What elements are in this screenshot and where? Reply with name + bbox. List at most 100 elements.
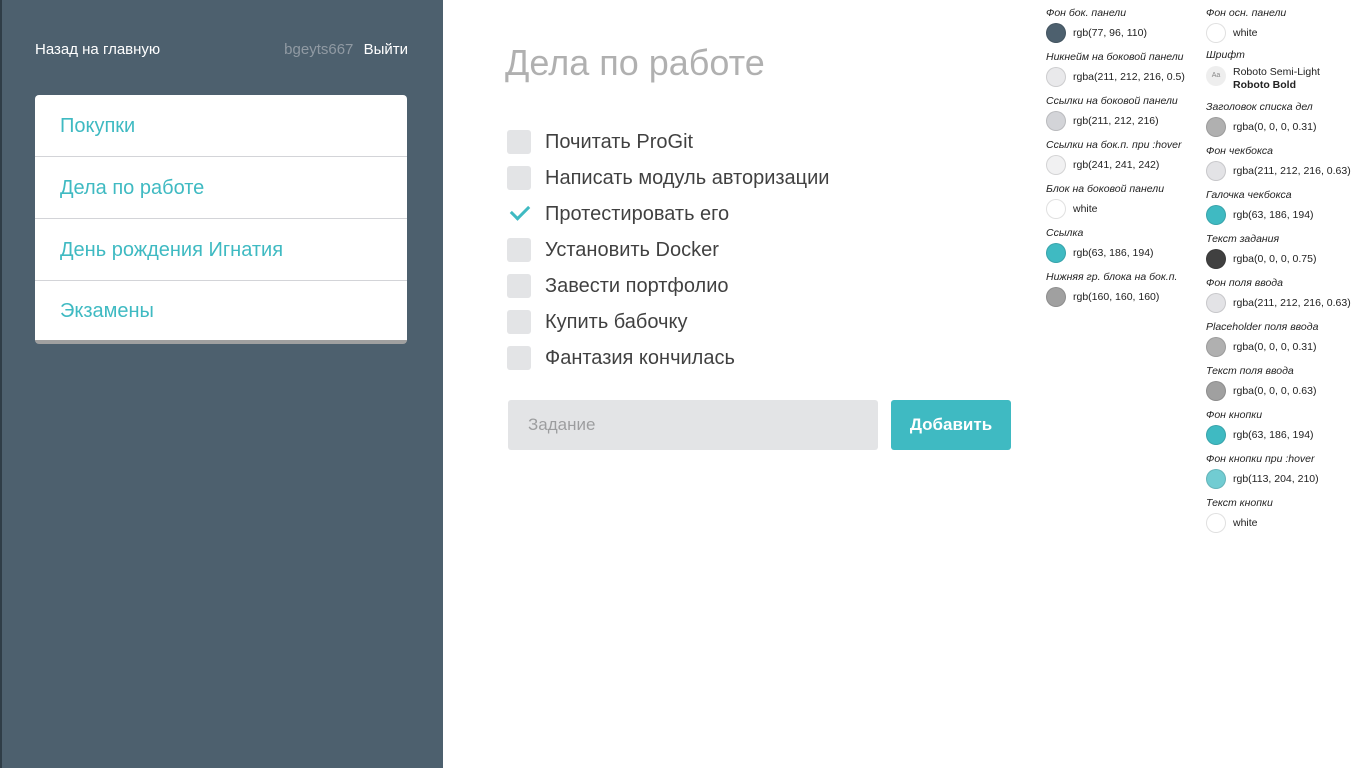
color-swatch bbox=[1206, 249, 1226, 269]
style-guide-label: Текст задания bbox=[1206, 233, 1280, 245]
color-swatch bbox=[1206, 23, 1226, 43]
color-swatch bbox=[1046, 199, 1066, 219]
style-guide-label: Заголовок списка дел bbox=[1206, 101, 1313, 113]
style-guide-item: Фон кнопки rgb(63, 186, 194) bbox=[1206, 408, 1364, 452]
color-swatch bbox=[1206, 293, 1226, 313]
lists-card: Покупки Дела по работе День рождения Игн… bbox=[35, 95, 407, 344]
user-box: bgeyts667 Выйти bbox=[284, 41, 408, 58]
task-checkbox[interactable] bbox=[507, 166, 531, 190]
style-guide-label: Ссылки на бок.п. при :hover bbox=[1046, 139, 1182, 151]
color-swatch bbox=[1046, 287, 1066, 307]
style-guide-value: rgba(211, 212, 216, 0.63) bbox=[1233, 297, 1351, 309]
style-guide-value: white bbox=[1073, 203, 1098, 215]
style-guide-label: Фон осн. панели bbox=[1206, 7, 1287, 19]
color-swatch bbox=[1046, 67, 1066, 87]
back-to-home-link[interactable]: Назад на главную bbox=[35, 41, 160, 58]
style-guide-value: rgba(0, 0, 0, 0.31) bbox=[1233, 121, 1317, 133]
style-guide-label: Фон кнопки bbox=[1206, 409, 1263, 421]
style-guide-item: Никнейм на боковой панели rgba(211, 212,… bbox=[1046, 50, 1202, 94]
color-swatch bbox=[1046, 23, 1066, 43]
style-guide-label: Текст поля ввода bbox=[1206, 365, 1294, 377]
color-swatch bbox=[1206, 425, 1226, 445]
style-guide-label: Фон бок. панели bbox=[1046, 7, 1127, 19]
style-guide-label: Текст кнопки bbox=[1206, 497, 1273, 509]
style-guide-item: Фон кнопки при :hover rgb(113, 204, 210) bbox=[1206, 452, 1364, 496]
task-text: Завести портфолио bbox=[545, 274, 729, 297]
sidebar-item-work[interactable]: Дела по работе bbox=[35, 157, 407, 219]
task-item: Почитать ProGit bbox=[507, 124, 1007, 160]
style-guide-item: Ссылки на боковой панели rgb(211, 212, 2… bbox=[1046, 94, 1202, 138]
style-guide-item: Блок на боковой панели white bbox=[1046, 182, 1202, 226]
font-light-name: Roboto Semi-Light bbox=[1233, 66, 1320, 78]
style-guide-label: Фон поля ввода bbox=[1206, 277, 1283, 289]
task-text: Почитать ProGit bbox=[545, 130, 694, 153]
page-title: Дела по работе bbox=[505, 42, 765, 83]
task-text: Фантазия кончилась bbox=[545, 346, 735, 369]
style-guide-label: Нижняя гр. блока на бок.п. bbox=[1046, 271, 1178, 283]
style-guide-value: rgb(160, 160, 160) bbox=[1073, 291, 1160, 303]
task-text: Написать модуль авторизации bbox=[545, 166, 830, 189]
style-guide-value: rgb(211, 212, 216) bbox=[1073, 115, 1159, 127]
task-checkbox[interactable] bbox=[507, 346, 531, 370]
style-guide-item: Фон осн. панели white bbox=[1206, 6, 1364, 48]
task-checkbox[interactable] bbox=[507, 238, 531, 262]
task-checkbox[interactable] bbox=[507, 130, 531, 154]
font-sample-icon: Aa bbox=[1206, 66, 1226, 86]
style-guide-value: rgb(113, 204, 210) bbox=[1233, 473, 1319, 485]
style-guide-value: rgb(241, 241, 242) bbox=[1073, 159, 1160, 171]
style-guide-item: Ссылка rgb(63, 186, 194) bbox=[1046, 226, 1202, 270]
color-swatch bbox=[1206, 513, 1226, 533]
style-guide-item: Галочка чекбокса rgb(63, 186, 194) bbox=[1206, 188, 1364, 232]
task-list: Почитать ProGit Написать модуль авториза… bbox=[507, 124, 1007, 376]
color-swatch bbox=[1206, 205, 1226, 225]
style-guide-item: Текст задания rgba(0, 0, 0, 0.75) bbox=[1206, 232, 1364, 276]
add-task-button[interactable]: Добавить bbox=[891, 400, 1011, 450]
style-guide-label: Никнейм на боковой панели bbox=[1046, 51, 1184, 63]
style-guide-item: Заголовок списка дел rgba(0, 0, 0, 0.31) bbox=[1206, 100, 1364, 144]
font-bold-name: Roboto Bold bbox=[1233, 79, 1296, 91]
sidebar-item-exams[interactable]: Экзамены bbox=[35, 281, 407, 340]
style-guide-item: Нижняя гр. блока на бок.п. rgb(160, 160,… bbox=[1046, 270, 1202, 314]
task-item: Протестировать его bbox=[507, 196, 1007, 232]
logout-link[interactable]: Выйти bbox=[364, 41, 408, 58]
style-guide-item: Фон бок. панели rgb(77, 96, 110) bbox=[1046, 6, 1202, 50]
color-swatch bbox=[1046, 111, 1066, 131]
style-guide-value: rgb(63, 186, 194) bbox=[1233, 209, 1314, 221]
style-guide-column-b: Фон осн. панели white Шрифт Aa Roboto Se… bbox=[1206, 6, 1364, 540]
style-guide-value: rgb(77, 96, 110) bbox=[1073, 27, 1147, 39]
color-swatch bbox=[1206, 469, 1226, 489]
task-checkbox[interactable] bbox=[507, 310, 531, 334]
task-checkbox[interactable] bbox=[507, 274, 531, 298]
style-guide-label: Фон чекбокса bbox=[1206, 145, 1273, 157]
task-text: Установить Docker bbox=[545, 238, 719, 261]
style-guide-item: Текст кнопки white bbox=[1206, 496, 1364, 540]
style-guide-label: Ссылка bbox=[1046, 227, 1084, 239]
color-swatch bbox=[1206, 381, 1226, 401]
style-guide-value: rgb(63, 186, 194) bbox=[1233, 429, 1314, 441]
style-guide-item: Ссылки на бок.п. при :hover rgb(241, 241… bbox=[1046, 138, 1202, 182]
style-guide-item: Текст поля ввода rgba(0, 0, 0, 0.63) bbox=[1206, 364, 1364, 408]
task-text: Купить бабочку bbox=[545, 310, 688, 333]
sidebar: Назад на главную bgeyts667 Выйти Покупки… bbox=[0, 0, 443, 768]
user-nickname: bgeyts667 bbox=[284, 41, 354, 58]
sidebar-item-shopping[interactable]: Покупки bbox=[35, 95, 407, 157]
sidebar-item-birthday[interactable]: День рождения Игнатия bbox=[35, 219, 407, 281]
style-guide-label: Шрифт bbox=[1206, 49, 1245, 61]
style-guide-value: rgba(0, 0, 0, 0.63) bbox=[1233, 385, 1317, 397]
task-item: Завести портфолио bbox=[507, 268, 1007, 304]
color-swatch bbox=[1046, 155, 1066, 175]
color-swatch bbox=[1046, 243, 1066, 263]
style-guide-value: white bbox=[1233, 27, 1258, 39]
style-guide-value: rgba(211, 212, 216, 0.63) bbox=[1233, 165, 1351, 177]
color-swatch bbox=[1206, 337, 1226, 357]
task-checkbox[interactable] bbox=[507, 202, 531, 226]
task-item: Установить Docker bbox=[507, 232, 1007, 268]
sidebar-edge bbox=[0, 0, 2, 768]
style-guide-font-item: Шрифт Aa Roboto Semi-Light Roboto Bold bbox=[1206, 48, 1364, 100]
task-input[interactable] bbox=[508, 400, 878, 450]
style-guide-label: Placeholder поля ввода bbox=[1206, 321, 1319, 333]
task-item: Фантазия кончилась bbox=[507, 340, 1007, 376]
style-guide-label: Блок на боковой панели bbox=[1046, 183, 1165, 195]
style-guide-item: Фон чекбокса rgba(211, 212, 216, 0.63) bbox=[1206, 144, 1364, 188]
color-swatch bbox=[1206, 161, 1226, 181]
